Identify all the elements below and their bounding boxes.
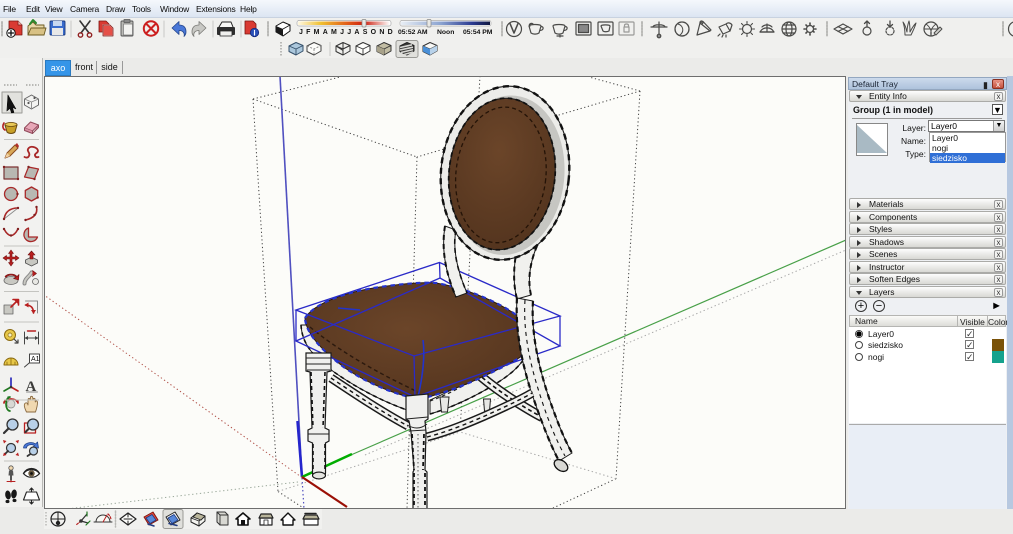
svg-text:A1: A1 xyxy=(31,356,40,363)
svg-text:05:52 AM: 05:52 AM xyxy=(398,29,428,36)
svg-text:05:54 PM: 05:54 PM xyxy=(463,29,493,36)
svg-text:Noon: Noon xyxy=(437,29,454,36)
svg-text:A: A xyxy=(26,379,37,395)
svg-text:JFMAMJJASOND: JFMAMJJASOND xyxy=(299,29,396,36)
